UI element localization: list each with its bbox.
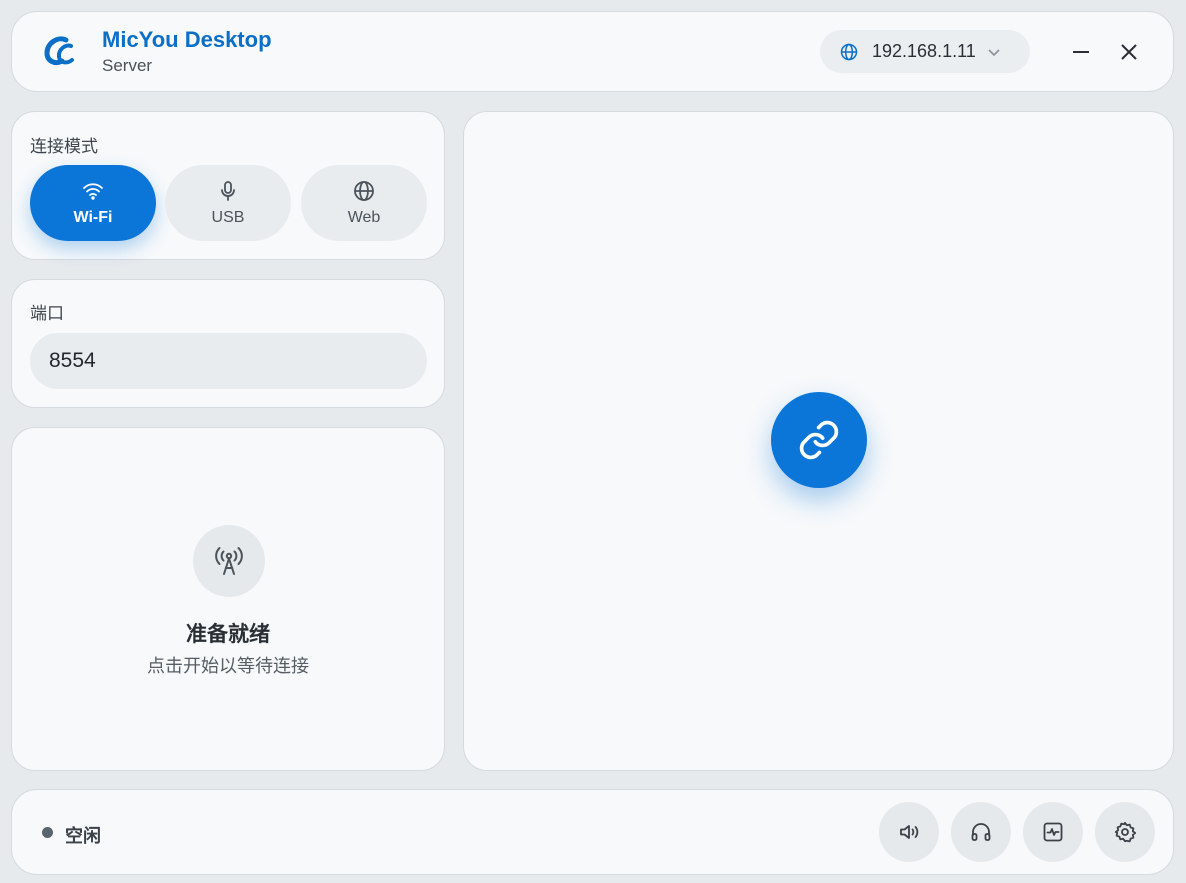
headphones-button[interactable]	[951, 802, 1011, 862]
app-logo	[44, 36, 74, 66]
broadcast-tower-icon	[215, 547, 243, 575]
mode-usb-button[interactable]: USB	[165, 165, 291, 241]
status-bar: 空闲	[11, 789, 1174, 875]
mode-web-button[interactable]: Web	[301, 165, 427, 241]
status-title: 准备就绪	[186, 623, 270, 646]
app-title: MicYou Desktop	[102, 27, 272, 52]
mode-wifi-button[interactable]: Wi-Fi	[30, 165, 156, 241]
microphone-icon	[221, 181, 235, 201]
headphones-icon	[971, 823, 991, 841]
link-icon	[799, 420, 839, 460]
volume-icon	[900, 825, 919, 839]
port-panel: 端口	[11, 279, 445, 408]
mode-wifi-label: Wi-Fi	[73, 209, 113, 226]
port-input[interactable]	[30, 333, 427, 389]
activity-monitor-icon	[1043, 822, 1063, 842]
globe-icon	[354, 181, 374, 201]
connection-mode-label: 连接模式	[30, 137, 98, 156]
status-panel: 准备就绪 点击开始以等待连接	[11, 427, 445, 771]
connect-button[interactable]	[771, 392, 867, 488]
volume-button[interactable]	[879, 802, 939, 862]
status-indicator-dot	[42, 827, 53, 838]
title-bar: MicYou Desktop Server 192.168.1.11	[11, 11, 1174, 92]
audio-monitor-button[interactable]	[1023, 802, 1083, 862]
close-button[interactable]	[1116, 40, 1142, 64]
settings-button[interactable]	[1095, 802, 1155, 862]
mode-web-label: Web	[347, 209, 381, 226]
connection-mode-panel: 连接模式 Wi-Fi USB Web	[11, 111, 445, 260]
mode-usb-label: USB	[211, 209, 245, 226]
port-label: 端口	[30, 304, 64, 323]
wifi-icon	[83, 183, 103, 200]
status-text: 空闲	[65, 826, 101, 846]
minimize-button[interactable]	[1068, 40, 1094, 64]
gear-icon	[1114, 821, 1137, 843]
app-subtitle: Server	[102, 56, 153, 75]
status-icon-badge	[193, 525, 265, 597]
ip-address-value: 192.168.1.11	[872, 41, 976, 61]
ip-address-select[interactable]: 192.168.1.11	[820, 30, 1030, 73]
globe-icon	[840, 43, 858, 60]
chevron-down-icon	[988, 48, 1000, 56]
main-panel	[463, 111, 1174, 771]
status-description: 点击开始以等待连接	[147, 656, 309, 676]
